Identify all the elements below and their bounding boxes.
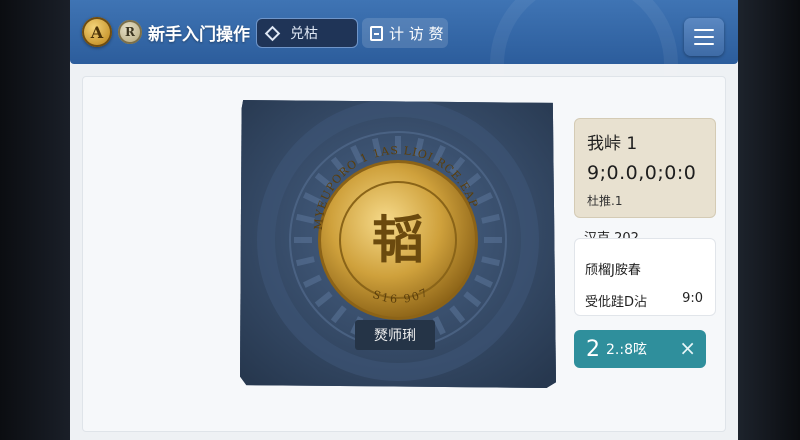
info-row-1: 颀榴J胺春: [585, 263, 641, 278]
visit-button-label: 计 访 赘: [389, 24, 444, 43]
stats-subtitle: 杜推.1: [587, 194, 623, 208]
sunburst-ray: [481, 256, 501, 267]
hamburger-line: [694, 36, 714, 38]
search-button[interactable]: 兑枯: [256, 18, 358, 48]
stats-panel: 我峠 1 9;0.0,0;0:0 杜推.1: [574, 118, 716, 218]
app-window: A R 新手入门操作 兑枯 计 访 赘 MYEUPORO 1 1AS LIOI …: [70, 0, 738, 440]
info-row-2: 受仳跬D沾: [585, 295, 648, 310]
window-frame-left: [0, 0, 70, 440]
document-icon: [370, 25, 383, 41]
stats-value: 9;0.0,0;0:0: [587, 162, 697, 184]
close-icon[interactable]: ×: [679, 336, 696, 360]
window-frame-right: [738, 0, 800, 440]
info-time: 9:0: [682, 291, 703, 306]
sunburst-ray: [295, 213, 315, 224]
hamburger-menu-icon: [694, 29, 714, 31]
coin-center-character: 韬: [372, 211, 424, 271]
search-button-label: 兑枯: [290, 26, 318, 42]
header-bar: A R 新手入门操作 兑枯 计 访 赘: [70, 0, 738, 158]
info-box: 颀榴J胺春 受仳跬D沾 9:0: [574, 238, 716, 316]
coin-card: MYEUPORO 1 1AS LIOI RCE.EAP S16 907 韬 燹师…: [240, 100, 556, 388]
gold-a-badge-icon[interactable]: A: [82, 17, 112, 47]
sunburst-ray: [295, 256, 315, 267]
page-title: 新手入门操作: [148, 25, 250, 45]
timer-button[interactable]: 2 2.:8呟 ×: [574, 330, 706, 368]
menu-button[interactable]: [684, 18, 724, 56]
timer-number: 2: [586, 336, 600, 362]
coin-caption: 燹师琍: [355, 320, 435, 350]
stats-title: 我峠 1: [587, 134, 638, 154]
visit-button[interactable]: 计 访 赘: [362, 18, 448, 48]
timer-text: 2.:8呟: [606, 342, 647, 358]
hamburger-line: [694, 43, 714, 45]
sunburst-ray: [481, 213, 501, 224]
diamond-icon: [264, 25, 281, 41]
r-badge-icon[interactable]: R: [118, 20, 142, 44]
